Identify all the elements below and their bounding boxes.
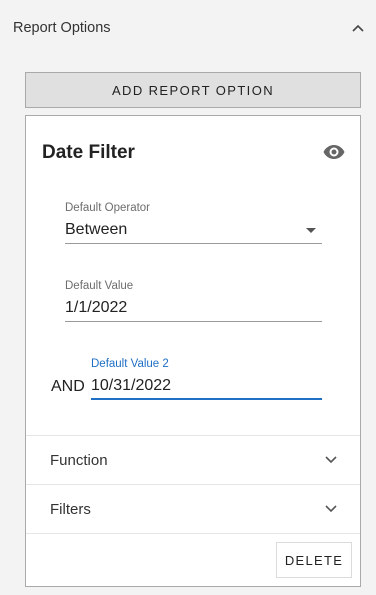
field-label: Default Value 2 bbox=[91, 358, 169, 370]
chevron-down-icon[interactable] bbox=[324, 452, 338, 469]
default-value-2-input[interactable]: 10/31/2022 bbox=[91, 372, 322, 400]
delete-button[interactable]: DELETE bbox=[276, 542, 352, 578]
chevron-up-icon[interactable] bbox=[349, 19, 367, 37]
section-label: Function bbox=[50, 451, 108, 469]
and-conjunction: AND bbox=[51, 378, 85, 395]
eye-icon[interactable] bbox=[322, 140, 346, 164]
section-label: Filters bbox=[50, 500, 91, 518]
default-value-field[interactable]: Default Value 1/1/2022 bbox=[65, 280, 322, 322]
default-operator-select[interactable]: Default Operator Between bbox=[65, 202, 322, 244]
field-value[interactable]: Between bbox=[65, 216, 322, 244]
report-options-header[interactable]: Report Options bbox=[0, 0, 376, 56]
function-section[interactable]: Function bbox=[26, 435, 360, 484]
report-option-card: Date Filter Default Operator Between Def… bbox=[25, 115, 361, 587]
field-label: Default Value bbox=[65, 280, 134, 292]
default-value-input[interactable]: 1/1/2022 bbox=[65, 294, 322, 322]
caret-down-icon[interactable] bbox=[306, 228, 316, 233]
filters-section[interactable]: Filters bbox=[26, 484, 360, 533]
selected-operator: Between bbox=[65, 221, 128, 238]
add-report-option-button[interactable]: ADD REPORT OPTION bbox=[25, 72, 361, 108]
chevron-down-icon[interactable] bbox=[324, 501, 338, 518]
divider bbox=[26, 533, 360, 534]
panel-title: Report Options bbox=[13, 20, 111, 36]
field-label: Default Operator bbox=[65, 202, 151, 214]
card-title: Date Filter bbox=[42, 142, 135, 163]
default-value-2-field[interactable]: Default Value 2 10/31/2022 bbox=[91, 358, 322, 400]
